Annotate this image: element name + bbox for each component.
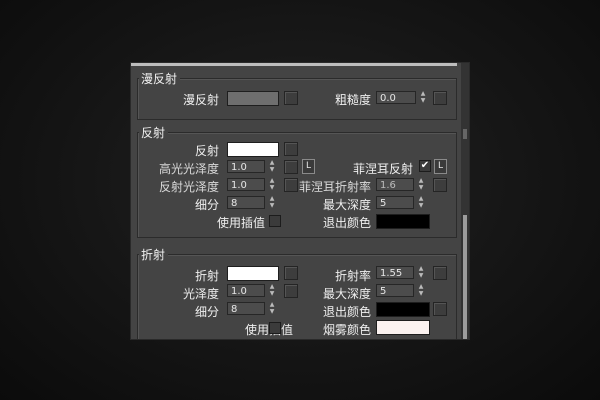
- reflection-interp-checkbox[interactable]: [269, 215, 281, 227]
- reflection-subdivs-spinner[interactable]: ▲ ▼: [267, 195, 277, 210]
- ior-label: 折射率: [334, 269, 371, 283]
- fresnel-ior-spinner[interactable]: ▲ ▼: [416, 177, 426, 192]
- exit-color-toggle-button[interactable]: [433, 302, 447, 316]
- refraction-rollout-title: 折射: [139, 246, 169, 263]
- spinner-up-icon[interactable]: ▲: [418, 90, 428, 97]
- refraction-color-label: 折射: [194, 269, 219, 283]
- spinner-up-icon[interactable]: ▲: [267, 177, 277, 184]
- spinner-up-icon[interactable]: ▲: [416, 195, 426, 202]
- refraction-gloss-map-button[interactable]: [284, 284, 298, 298]
- hilight-lock-button[interactable]: L: [302, 159, 315, 174]
- roughness-input[interactable]: 0.0: [376, 91, 416, 104]
- spinner-down-icon[interactable]: ▼: [416, 290, 426, 297]
- spinner-up-icon[interactable]: ▲: [416, 177, 426, 184]
- refraction-max-depth-input[interactable]: 5: [376, 284, 414, 297]
- diffuse-map-button[interactable]: [284, 91, 298, 105]
- refraction-subdivs-input[interactable]: 8: [227, 302, 265, 315]
- spinner-down-icon[interactable]: ▼: [267, 202, 277, 209]
- fresnel-ior-input[interactable]: 1.6: [376, 178, 414, 191]
- spinner-up-icon[interactable]: ▲: [416, 283, 426, 290]
- hilight-gloss-spinner[interactable]: ▲ ▼: [267, 159, 277, 174]
- fresnel-lock-button[interactable]: L: [434, 159, 447, 174]
- panel-top-divider: [131, 63, 457, 66]
- roughness-spinner[interactable]: ▲ ▼: [418, 90, 428, 105]
- fog-color-swatch[interactable]: [376, 320, 430, 335]
- refl-gloss-input[interactable]: 1.0: [227, 178, 265, 191]
- refraction-subdivs-label: 细分: [194, 305, 219, 319]
- diffuse-color-swatch[interactable]: [227, 91, 279, 106]
- reflection-rollout-title: 反射: [139, 124, 169, 141]
- refraction-exit-color-swatch[interactable]: [376, 302, 430, 317]
- hilight-gloss-map-button[interactable]: [284, 160, 298, 174]
- roughness-map-button[interactable]: [433, 91, 447, 105]
- spinner-down-icon[interactable]: ▼: [416, 272, 426, 279]
- spinner-down-icon[interactable]: ▼: [267, 166, 277, 173]
- refraction-max-depth-spinner[interactable]: ▲ ▼: [416, 283, 426, 298]
- refl-gloss-label: 反射光泽度: [158, 180, 219, 194]
- hilight-gloss-label: 高光光泽度: [158, 162, 219, 176]
- reflection-max-depth-label: 最大深度: [322, 198, 371, 212]
- ior-spinner[interactable]: ▲ ▼: [416, 265, 426, 280]
- refraction-gloss-input[interactable]: 1.0: [227, 284, 265, 297]
- material-editor-panel: 漫反射 漫反射 粗糙度 0.0 ▲ ▼ 反射 反射 高光光泽度 1.0 ▲ ▼ …: [130, 62, 470, 340]
- fresnel-ior-label: 菲涅耳折射率: [298, 180, 371, 194]
- refraction-gloss-label: 光泽度: [182, 287, 219, 301]
- reflection-interp-label: 使用插值: [216, 216, 265, 230]
- refraction-gloss-spinner[interactable]: ▲ ▼: [267, 283, 277, 298]
- reflection-subdivs-label: 细分: [194, 198, 219, 212]
- reflection-color-label: 反射: [194, 144, 219, 158]
- spinner-down-icon[interactable]: ▼: [267, 184, 277, 191]
- spinner-down-icon[interactable]: ▼: [416, 202, 426, 209]
- reflection-exit-color-swatch[interactable]: [376, 214, 430, 229]
- scrollbar-thumb[interactable]: [463, 215, 467, 339]
- spinner-down-icon[interactable]: ▼: [416, 184, 426, 191]
- spinner-down-icon[interactable]: ▼: [418, 97, 428, 104]
- roughness-label: 粗糙度: [334, 93, 371, 107]
- spinner-up-icon[interactable]: ▲: [267, 195, 277, 202]
- spinner-up-icon[interactable]: ▲: [267, 159, 277, 166]
- refraction-interp-checkbox[interactable]: [269, 322, 281, 334]
- spinner-down-icon[interactable]: ▼: [267, 308, 277, 315]
- reflection-max-depth-spinner[interactable]: ▲ ▼: [416, 195, 426, 210]
- refraction-map-button[interactable]: [284, 266, 298, 280]
- scrollbar-grip-icon: [463, 129, 467, 139]
- reflection-exit-color-label: 退出颜色: [322, 216, 371, 230]
- diffuse-color-label: 漫反射: [182, 93, 219, 107]
- spinner-up-icon[interactable]: ▲: [267, 301, 277, 308]
- refl-gloss-spinner[interactable]: ▲ ▼: [267, 177, 277, 192]
- ior-map-button[interactable]: [433, 266, 447, 280]
- reflection-map-button[interactable]: [284, 142, 298, 156]
- refraction-subdivs-spinner[interactable]: ▲ ▼: [267, 301, 277, 316]
- refraction-max-depth-label: 最大深度: [322, 287, 371, 301]
- spinner-up-icon[interactable]: ▲: [416, 265, 426, 272]
- ior-input[interactable]: 1.55: [376, 266, 414, 279]
- fresnel-checkbox[interactable]: ✔: [419, 160, 431, 172]
- reflection-color-swatch[interactable]: [227, 142, 279, 157]
- hilight-gloss-input[interactable]: 1.0: [227, 160, 265, 173]
- reflection-max-depth-input[interactable]: 5: [376, 196, 414, 209]
- fresnel-label: 菲涅耳反射: [352, 162, 413, 176]
- diffuse-rollout-title: 漫反射: [139, 70, 181, 87]
- spinner-down-icon[interactable]: ▼: [267, 290, 277, 297]
- refraction-color-swatch[interactable]: [227, 266, 279, 281]
- refraction-exit-color-label: 退出颜色: [322, 305, 371, 319]
- fog-color-label: 烟雾颜色: [322, 323, 371, 337]
- spinner-up-icon[interactable]: ▲: [267, 283, 277, 290]
- reflection-subdivs-input[interactable]: 8: [227, 196, 265, 209]
- refl-gloss-map-button[interactable]: [284, 178, 298, 192]
- fresnel-ior-map-button[interactable]: [433, 178, 447, 192]
